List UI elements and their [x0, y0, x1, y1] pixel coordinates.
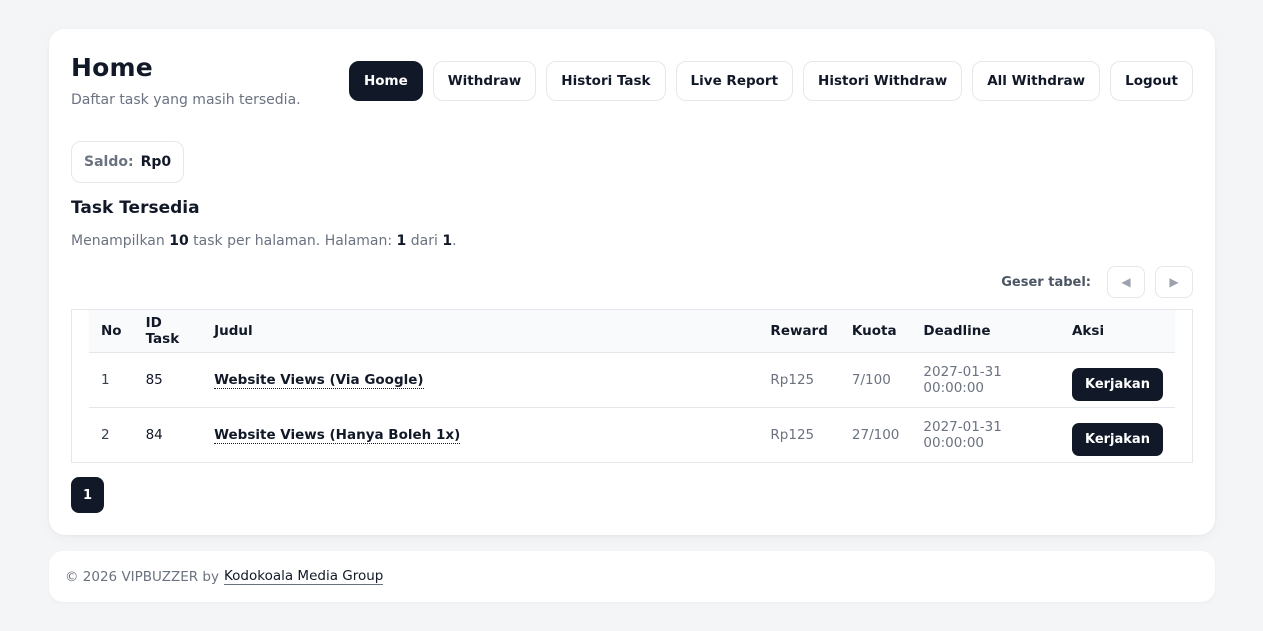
col-header-no: No [89, 310, 134, 353]
table-row: 1 85 Website Views (Via Google) Rp125 7/… [89, 352, 1175, 408]
cell-action: Kerjakan [1059, 352, 1175, 408]
col-header-id: ID Task [133, 310, 203, 353]
cell-no: 2 [89, 407, 134, 462]
cell-deadline: 2027-01-31 00:00:00 [911, 407, 1060, 462]
col-header-action: Aksi [1059, 310, 1175, 353]
info-of: dari [410, 233, 438, 249]
info-mid: task per halaman. Halaman: [193, 233, 393, 249]
scroll-right-button[interactable]: ▶ [1155, 266, 1193, 298]
cell-reward: Rp125 [758, 407, 840, 462]
main-card: Home Daftar task yang masih tersedia. Ho… [49, 29, 1215, 535]
pagination-info: Menampilkan 10 task per halaman. Halaman… [71, 233, 457, 249]
table-row: 2 84 Website Views (Hanya Boleh 1x) Rp12… [89, 407, 1175, 462]
task-title-link[interactable]: Website Views (Hanya Boleh 1x) [214, 426, 461, 444]
nav-histori-task-button[interactable]: Histori Task [546, 61, 666, 101]
task-title-link[interactable]: Website Views (Via Google) [214, 371, 424, 389]
cell-action: Kerjakan [1059, 407, 1175, 462]
nav-logout-button[interactable]: Logout [1110, 61, 1193, 101]
info-page: 1 [396, 233, 407, 249]
saldo-value: Rp0 [140, 154, 172, 170]
nav-live-report-button[interactable]: Live Report [675, 61, 794, 101]
cell-no: 1 [89, 352, 134, 408]
col-header-title: Judul [202, 310, 759, 353]
footer: © 2026 VIPBUZZER by Kodokoala Media Grou… [49, 551, 1215, 602]
cell-title: Website Views (Via Google) [202, 352, 759, 408]
nav-histori-withdraw-button[interactable]: Histori Withdraw [803, 61, 963, 101]
col-header-quota: Kuota [839, 310, 912, 353]
kerjakan-button[interactable]: Kerjakan [1071, 423, 1163, 456]
footer-text: © 2026 VIPBUZZER by [65, 568, 219, 585]
info-total-pages: 1 [442, 233, 453, 249]
cell-quota: 27/100 [839, 407, 912, 462]
cell-id: 84 [133, 407, 203, 462]
cell-title: Website Views (Hanya Boleh 1x) [202, 407, 759, 462]
cell-deadline: 2027-01-31 00:00:00 [911, 352, 1060, 408]
cell-quota: 7/100 [839, 352, 912, 408]
scroll-label: Geser tabel: [1001, 274, 1091, 290]
col-header-reward: Reward [758, 310, 840, 353]
table-scroll-controls: Geser tabel: ◀ ▶ [1001, 266, 1193, 298]
top-nav: Home Withdraw Histori Task Live Report H… [348, 61, 1193, 101]
cell-id: 85 [133, 352, 203, 408]
info-end: . [452, 233, 457, 249]
nav-withdraw-button[interactable]: Withdraw [432, 61, 537, 101]
table-header-row: No ID Task Judul Reward Kuota Deadline A… [89, 310, 1175, 353]
nav-home-button[interactable]: Home [348, 61, 423, 101]
pagination-page-button[interactable]: 1 [71, 477, 104, 513]
section-title: Task Tersedia [71, 198, 200, 218]
info-per-page: 10 [169, 233, 189, 249]
page-subtitle: Daftar task yang masih tersedia. [71, 92, 301, 108]
task-table-container[interactable]: No ID Task Judul Reward Kuota Deadline A… [71, 309, 1193, 463]
scroll-left-button[interactable]: ◀ [1107, 266, 1145, 298]
page-title: Home [71, 53, 153, 82]
footer-link[interactable]: Kodokoala Media Group [223, 568, 384, 585]
info-prefix: Menampilkan [71, 233, 165, 249]
saldo-badge: Saldo: Rp0 [71, 141, 185, 183]
kerjakan-button[interactable]: Kerjakan [1071, 368, 1163, 401]
cell-reward: Rp125 [758, 352, 840, 408]
col-header-deadline: Deadline [911, 310, 1060, 353]
triangle-left-icon: ◀ [1121, 275, 1131, 289]
task-table: No ID Task Judul Reward Kuota Deadline A… [89, 310, 1175, 462]
nav-all-withdraw-button[interactable]: All Withdraw [972, 61, 1101, 101]
saldo-label: Saldo: [84, 154, 134, 170]
triangle-right-icon: ▶ [1169, 275, 1179, 289]
